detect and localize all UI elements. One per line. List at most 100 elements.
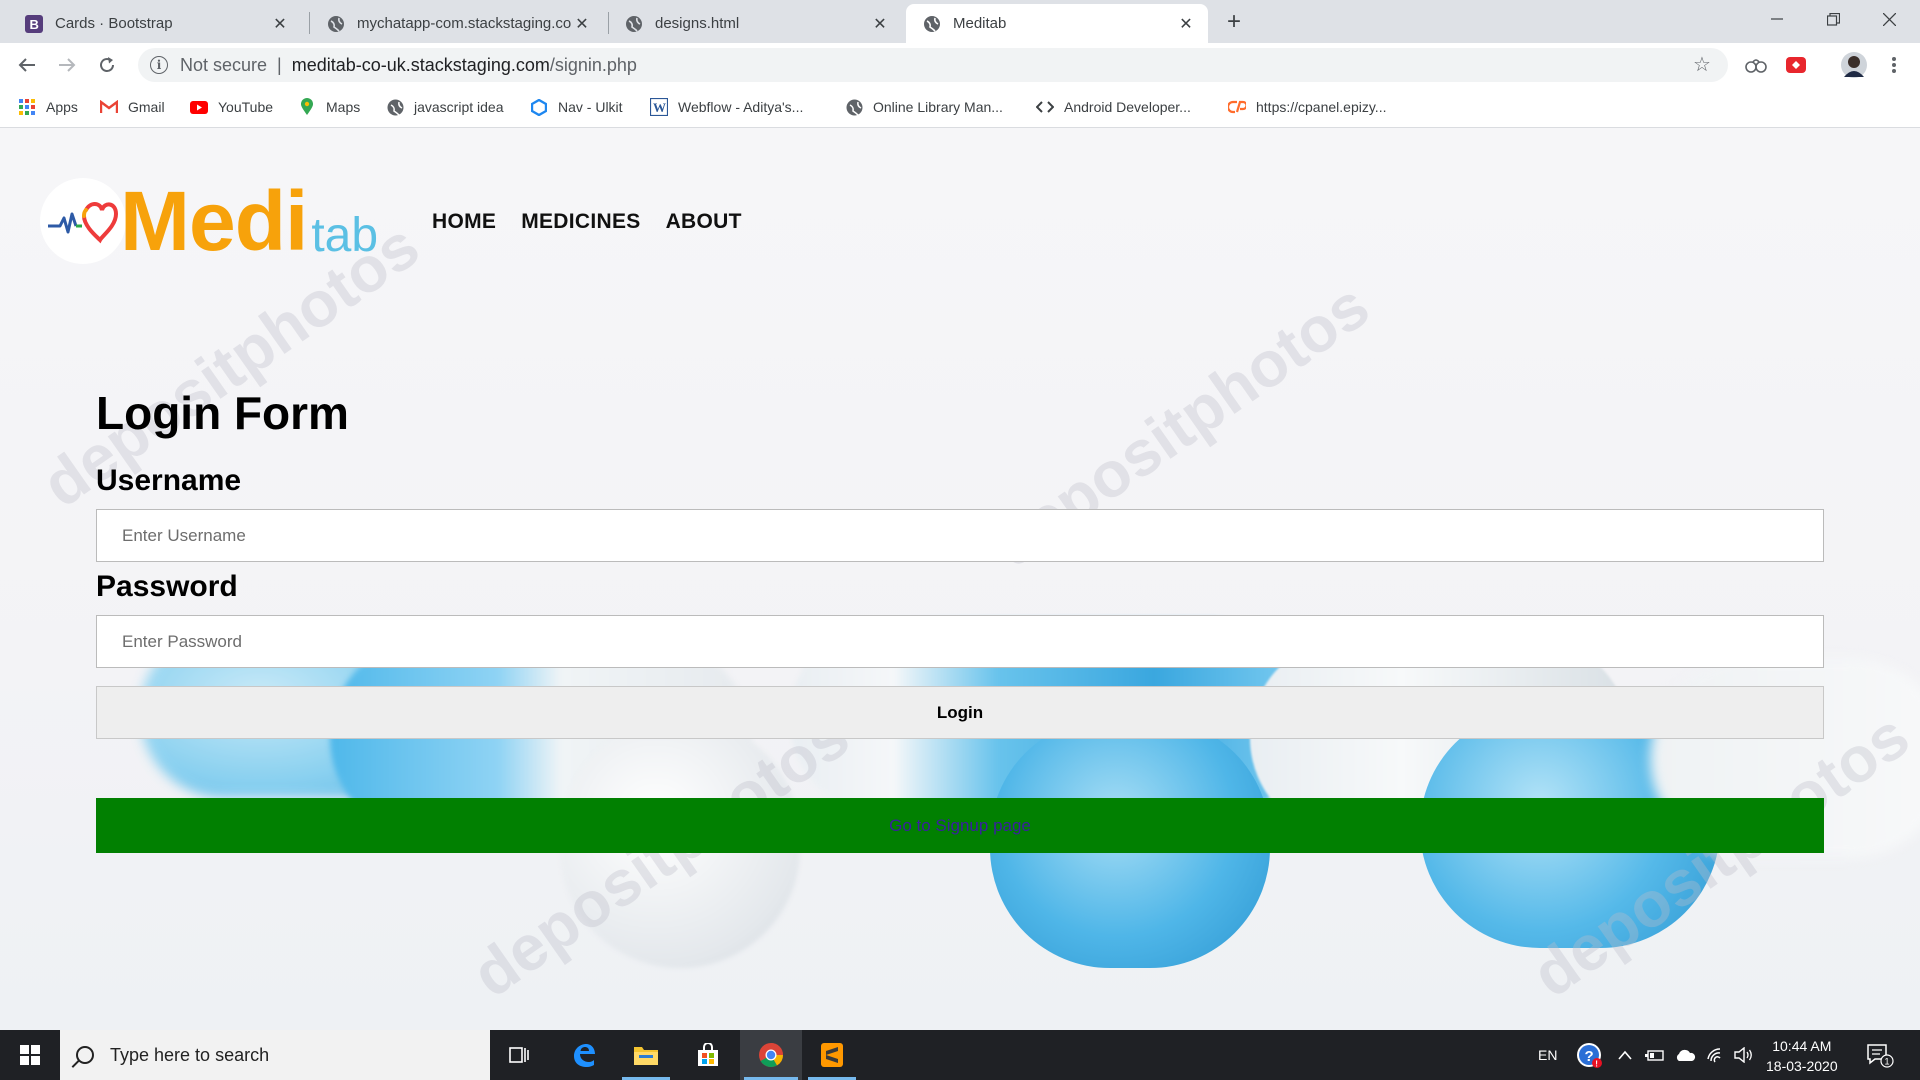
youtube-icon xyxy=(190,98,208,116)
extension-puzzle-icon[interactable] xyxy=(1744,53,1768,77)
minimize-button[interactable] xyxy=(1754,0,1800,38)
url-text: meditab-co-uk.stackstaging.com/signin.ph… xyxy=(292,55,637,76)
bookmark-apps[interactable]: Apps xyxy=(18,87,78,127)
profile-avatar[interactable] xyxy=(1840,51,1868,79)
bookmark-nav-ulkit[interactable]: Nav - Ulkit xyxy=(530,87,623,127)
adblock-shield-icon[interactable] xyxy=(1784,53,1808,77)
bookmark-youtube[interactable]: YouTube xyxy=(190,87,273,127)
nav-medicines-link[interactable]: MEDICINES xyxy=(521,210,640,234)
more-menu-icon[interactable] xyxy=(1882,53,1906,77)
notification-center-icon[interactable]: 1 xyxy=(1866,1030,1894,1080)
globe-icon xyxy=(386,98,404,116)
svg-text:B: B xyxy=(30,17,39,32)
sublime-text-icon[interactable] xyxy=(804,1030,860,1080)
bookmark-maps[interactable]: Maps xyxy=(298,87,360,127)
help-icon[interactable]: ?! xyxy=(1576,1030,1602,1080)
bookmark-label: Maps xyxy=(326,99,361,115)
signup-bar: Go to Signup page xyxy=(96,798,1824,853)
bookmark-online-library[interactable]: Online Library Man... xyxy=(845,87,1003,127)
bookmark-cpanel[interactable]: https://cpanel.epizy... xyxy=(1228,87,1386,127)
uikit-icon xyxy=(530,98,548,116)
wifi-icon[interactable] xyxy=(1706,1030,1726,1080)
username-label: Username xyxy=(96,464,242,497)
security-status: Not secure xyxy=(180,54,268,75)
tab-title: mychatapp-com.stackstaging.com xyxy=(357,15,572,32)
globe-icon xyxy=(845,98,863,116)
site-logo[interactable]: Medi tab xyxy=(40,178,378,264)
battery-icon[interactable] xyxy=(1644,1030,1664,1080)
url-path: /signin.php xyxy=(549,54,637,75)
browser-tab-strip: B Cards · Bootstrap ✕ mychatapp-com.stac… xyxy=(0,0,1920,43)
apps-grid-icon xyxy=(18,98,36,116)
form-title: Login Form xyxy=(96,387,349,439)
nav-about-link[interactable]: ABOUT xyxy=(666,210,742,234)
language-indicator[interactable]: EN xyxy=(1538,1030,1557,1080)
task-view-icon[interactable] xyxy=(492,1030,548,1080)
page-viewport: depositphotos depositphotos depositphoto… xyxy=(0,128,1920,1030)
microsoft-store-icon[interactable] xyxy=(680,1030,736,1080)
info-icon[interactable]: i xyxy=(150,56,168,74)
bookmark-label: Nav - Ulkit xyxy=(558,99,623,115)
chevron-up-icon[interactable] xyxy=(1618,1030,1632,1080)
notification-count: 1 xyxy=(1885,1057,1890,1067)
close-icon[interactable]: ✕ xyxy=(870,14,890,34)
chrome-icon[interactable] xyxy=(740,1030,802,1080)
close-icon[interactable]: ✕ xyxy=(270,14,290,34)
globe-icon xyxy=(922,14,942,34)
globe-icon xyxy=(624,14,644,34)
forward-arrow-icon[interactable] xyxy=(52,50,82,80)
back-arrow-icon[interactable] xyxy=(12,50,42,80)
word-icon: W xyxy=(650,98,668,116)
svg-text:W: W xyxy=(653,100,666,115)
svg-text:!: ! xyxy=(1595,1060,1598,1069)
bookmark-label: javascript idea xyxy=(414,99,504,115)
volume-icon[interactable] xyxy=(1734,1030,1754,1080)
url-host: meditab-co-uk.stackstaging.com xyxy=(291,54,550,75)
clock-time: 10:44 AM xyxy=(1772,1038,1832,1054)
signup-link[interactable]: Go to Signup page xyxy=(889,816,1031,836)
bookmark-webflow[interactable]: W Webflow - Aditya's... xyxy=(650,87,803,127)
tab-cards-bootstrap[interactable]: B Cards · Bootstrap ✕ xyxy=(8,4,302,43)
bookmark-android-developer[interactable]: Android Developer... xyxy=(1036,87,1191,127)
bootstrap-icon: B xyxy=(24,14,44,34)
edge-browser-icon[interactable] xyxy=(556,1030,612,1080)
new-tab-button[interactable]: + xyxy=(1220,8,1248,36)
bookmark-label: YouTube xyxy=(218,99,274,115)
password-label: Password xyxy=(96,570,238,603)
username-input[interactable] xyxy=(96,509,1824,562)
file-explorer-icon[interactable] xyxy=(618,1030,674,1080)
close-icon[interactable]: ✕ xyxy=(572,14,592,34)
tab-meditab[interactable]: Meditab ✕ xyxy=(906,4,1208,43)
taskbar-search-box[interactable]: Type here to search xyxy=(60,1030,490,1080)
bookmark-javascript-idea[interactable]: javascript idea xyxy=(386,87,504,127)
login-button[interactable]: Login xyxy=(96,686,1824,739)
logo-text-medi: Medi xyxy=(120,174,308,268)
restore-button[interactable] xyxy=(1810,0,1856,38)
bookmark-label: Android Developer... xyxy=(1064,99,1191,115)
bookmark-label: Webflow - Aditya's... xyxy=(678,99,804,115)
tab-designs[interactable]: designs.html ✕ xyxy=(608,4,902,43)
cpanel-icon xyxy=(1228,98,1246,116)
windows-start-icon[interactable] xyxy=(0,1030,60,1080)
address-bar[interactable]: i Not secure | meditab-co-uk.stackstagin… xyxy=(138,48,1728,82)
reload-icon[interactable] xyxy=(92,50,122,80)
tab-title: designs.html xyxy=(655,15,740,32)
bookmark-star-icon[interactable]: ☆ xyxy=(1693,52,1711,77)
close-window-button[interactable] xyxy=(1866,0,1912,38)
system-clock[interactable]: 10:44 AM 18-03-2020 xyxy=(1766,1036,1838,1076)
clock-date: 18-03-2020 xyxy=(1766,1058,1838,1074)
bookmark-gmail[interactable]: Gmail xyxy=(100,87,165,127)
close-icon[interactable]: ✕ xyxy=(1176,14,1196,34)
globe-icon xyxy=(326,14,346,34)
password-input[interactable] xyxy=(96,615,1824,668)
nav-home-link[interactable]: HOME xyxy=(432,210,496,234)
search-icon xyxy=(76,1046,94,1064)
tab-title: Meditab xyxy=(953,15,1007,32)
bookmark-label: Gmail xyxy=(128,99,165,115)
tab-mychatapp[interactable]: mychatapp-com.stackstaging.com ✕ xyxy=(310,4,604,43)
search-placeholder: Type here to search xyxy=(110,1044,270,1065)
divider: | xyxy=(277,54,282,75)
onedrive-cloud-icon[interactable] xyxy=(1674,1030,1696,1080)
logo-text-tab: tab xyxy=(311,209,379,262)
bookmark-label: https://cpanel.epizy... xyxy=(1256,99,1387,115)
